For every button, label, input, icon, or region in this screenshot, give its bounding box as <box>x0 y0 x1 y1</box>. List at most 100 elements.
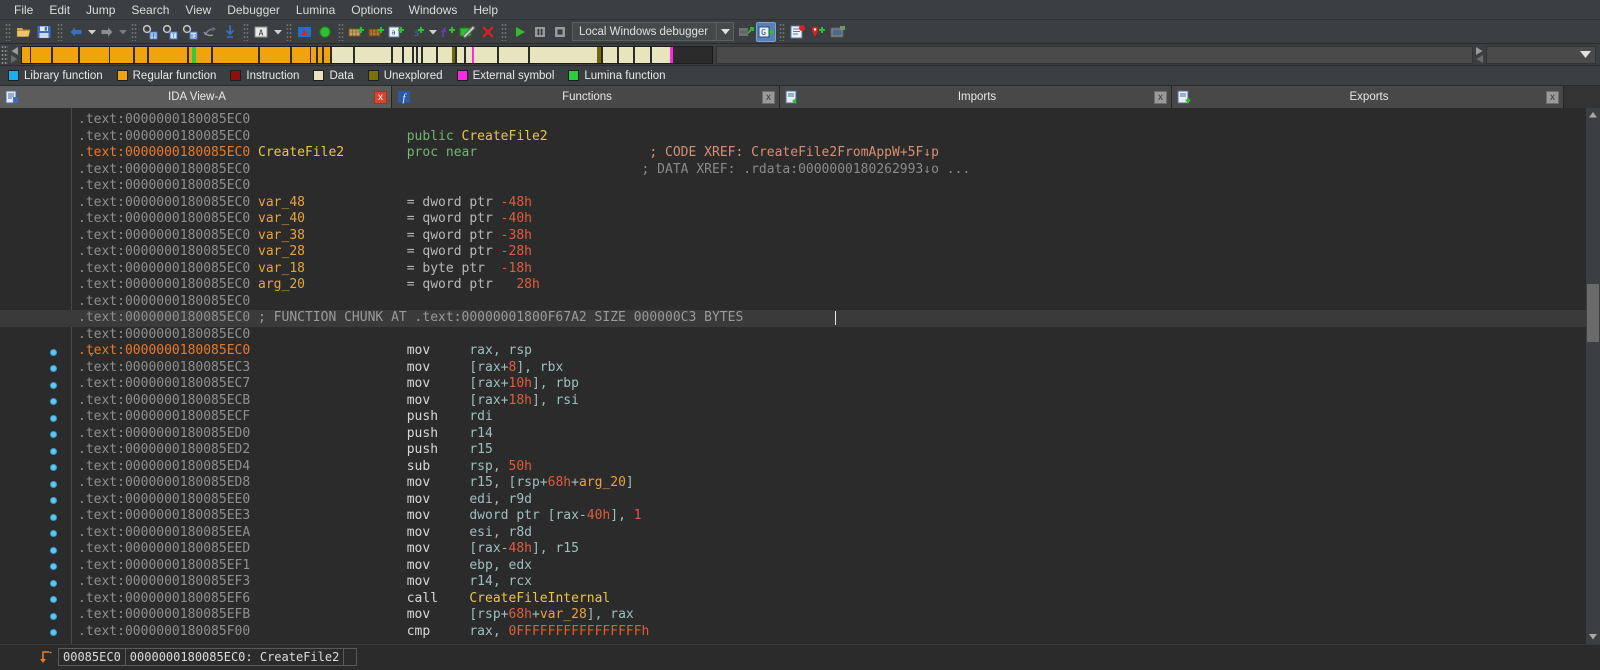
disassembly-line[interactable]: .text:0000000180085ED8 mov r15, [rsp+68h… <box>0 475 1586 492</box>
breakpoint-list-icon[interactable] <box>788 22 808 42</box>
disassembly-line[interactable]: .text:0000000180085EC0 <box>0 294 1586 311</box>
create-string-icon[interactable]: s <box>407 22 427 42</box>
delete-func-icon[interactable] <box>478 22 498 42</box>
create-array-icon[interactable] <box>367 22 387 42</box>
tab-functions[interactable]: fFunctionsx <box>392 86 780 108</box>
disassembly-view[interactable]: .text:0000000180085EC0.text:000000018008… <box>0 108 1600 644</box>
open-folder-icon[interactable] <box>14 22 34 42</box>
disassembly-line[interactable]: .text:0000000180085ED2 push r15 <box>0 442 1586 459</box>
toolbar-grip-3[interactable] <box>131 23 137 41</box>
vertical-scrollbar[interactable] <box>1586 108 1600 644</box>
search-text-icon[interactable]: T <box>160 22 180 42</box>
breakpoint-icon[interactable] <box>50 382 57 389</box>
jump-xref-icon[interactable] <box>200 22 220 42</box>
breakpoint-icon[interactable] <box>50 464 57 471</box>
search-sequence-icon[interactable]: 01 <box>180 22 200 42</box>
breakpoint-icon[interactable] <box>50 398 57 405</box>
toolbar-grip[interactable] <box>5 23 11 41</box>
tab-close-icon[interactable]: x <box>762 91 775 104</box>
menu-item-lumina[interactable]: Lumina <box>288 1 343 19</box>
breakpoint-icon[interactable] <box>50 530 57 537</box>
breakpoint-icon[interactable] <box>50 349 57 356</box>
disassembly-line[interactable]: .text:0000000180085EC3 mov [rax+8], rbx <box>0 360 1586 377</box>
tab-close-icon[interactable]: x <box>374 91 387 104</box>
back-arrow-icon[interactable] <box>66 22 86 42</box>
disassembly-line[interactable]: .text:0000000180085EF3 mov r14, rcx <box>0 574 1586 591</box>
menu-item-jump[interactable]: Jump <box>78 1 123 19</box>
scrollbar-thumb[interactable] <box>1587 284 1599 342</box>
breakpoint-icon[interactable] <box>50 365 57 372</box>
debugger-select-dropdown-icon[interactable] <box>716 23 733 40</box>
back-arrow-dropdown-icon[interactable] <box>86 22 97 42</box>
breakpoint-icon[interactable] <box>50 596 57 603</box>
menu-item-options[interactable]: Options <box>343 1 400 19</box>
disassembly-line[interactable]: .text:0000000180085EEA mov esi, r8d <box>0 525 1586 542</box>
edit-func-icon[interactable] <box>458 22 478 42</box>
menu-item-debugger[interactable]: Debugger <box>219 1 288 19</box>
disassembly-code[interactable]: .text:0000000180085EC0.text:000000018008… <box>0 108 1586 644</box>
breakpoint-icon[interactable] <box>50 431 57 438</box>
debugger-select[interactable]: Local Windows debugger <box>572 22 734 41</box>
disassembly-line[interactable]: .text:0000000180085ED4 sub rsp, 50h <box>0 459 1586 476</box>
search-binary-icon[interactable] <box>140 22 160 42</box>
disassembly-line[interactable]: .text:0000000180085EC0 var_38 = qword pt… <box>0 228 1586 245</box>
create-alignment-icon[interactable]: a <box>387 22 407 42</box>
disassembly-line[interactable]: .text:0000000180085EC0 <box>0 327 1586 344</box>
disassembly-line[interactable]: .text:0000000180085EE0 mov edi, r9d <box>0 492 1586 509</box>
save-icon[interactable] <box>34 22 54 42</box>
add-breakpoint-icon[interactable] <box>808 22 828 42</box>
disassembly-line[interactable]: .text:0000000180085EC0 arg_20 = qword pt… <box>0 277 1586 294</box>
menu-item-view[interactable]: View <box>177 1 219 19</box>
tab-ida-view-a[interactable]: IDA View-Ax <box>0 86 392 108</box>
menu-item-file[interactable]: File <box>6 1 41 19</box>
tab-close-icon[interactable]: x <box>1154 91 1167 104</box>
toolbar-grip-2[interactable] <box>57 23 63 41</box>
create-struct-icon[interactable] <box>347 22 367 42</box>
breakpoint-icon[interactable] <box>50 481 57 488</box>
breakpoint-icon[interactable] <box>50 415 57 422</box>
breakpoint-icon[interactable] <box>50 563 57 570</box>
ascii-dropdown-icon[interactable] <box>272 22 283 42</box>
create-string-dropdown-icon[interactable] <box>427 22 438 42</box>
toolbar-grip-5[interactable] <box>286 23 292 41</box>
breakpoint-icon[interactable] <box>50 613 57 620</box>
disassembly-line[interactable]: .text:0000000180085EF1 mov ebp, edx <box>0 558 1586 575</box>
breakpoint-icon[interactable] <box>50 547 57 554</box>
disassembly-line[interactable]: .text:0000000180085EC0 CreateFile2 proc … <box>0 145 1586 162</box>
forward-arrow-dropdown-icon[interactable] <box>117 22 128 42</box>
disassembly-line[interactable]: .text:0000000180085EC0 ; DATA XREF: .rda… <box>0 162 1586 179</box>
disassembly-line[interactable]: .text:0000000180085ECB mov [rax+18h], rs… <box>0 393 1586 410</box>
disassembly-line[interactable]: .text:0000000180085EC0 var_40 = qword pt… <box>0 211 1586 228</box>
breakpoint-icon[interactable] <box>50 514 57 521</box>
breakpoint-icon[interactable] <box>50 448 57 455</box>
disassembly-line[interactable]: .text:0000000180085EC0 <box>0 112 1586 129</box>
disassembly-line[interactable]: .text:0000000180085EC7 mov [rax+10h], rb… <box>0 376 1586 393</box>
navigator-dropdown[interactable] <box>1486 46 1596 64</box>
breakpoint-icon[interactable] <box>50 497 57 504</box>
run-icon[interactable] <box>510 22 530 42</box>
disassembly-line[interactable]: .text:0000000180085EE3 mov dword ptr [ra… <box>0 508 1586 525</box>
toolbar-grip-4[interactable] <box>243 23 249 41</box>
disassembly-line[interactable]: .text:0000000180085EFB mov [rsp+68h+var_… <box>0 607 1586 624</box>
jump-back-arrow-icon[interactable] <box>38 649 52 665</box>
scroll-up-icon[interactable] <box>1586 108 1600 122</box>
disassembly-line[interactable]: .text:0000000180085EC0 var_18 = byte ptr… <box>0 261 1586 278</box>
disassembly-line[interactable]: .text:0000000180085EC0 var_28 = qword pt… <box>0 244 1586 261</box>
menu-item-help[interactable]: Help <box>465 1 506 19</box>
tab-exports[interactable]: Exportsx <box>1172 86 1564 108</box>
navigator-scroll-right[interactable] <box>1473 45 1486 65</box>
disassembly-line[interactable]: .text:0000000180085EF6 call CreateFileIn… <box>0 591 1586 608</box>
toolbar-grip-8[interactable] <box>779 23 785 41</box>
disassembly-line[interactable]: .text:0000000180085EED mov [rax-48h], r1… <box>0 541 1586 558</box>
disassembly-line[interactable]: .text:0000000180085F00 cmp rax, 0FFFFFFF… <box>0 624 1586 641</box>
green-circle-icon[interactable] <box>315 22 335 42</box>
toolbar-grip-7[interactable] <box>501 23 507 41</box>
menu-item-windows[interactable]: Windows <box>401 1 466 19</box>
scroll-down-icon[interactable] <box>1586 630 1600 644</box>
forward-arrow-icon[interactable] <box>97 22 117 42</box>
pause-icon[interactable] <box>530 22 550 42</box>
breakpoint-icon[interactable] <box>50 629 57 636</box>
navigator-scroll-left[interactable] <box>8 45 21 65</box>
ascii-string-icon[interactable]: A <box>252 22 272 42</box>
tab-close-icon[interactable]: x <box>1546 91 1559 104</box>
